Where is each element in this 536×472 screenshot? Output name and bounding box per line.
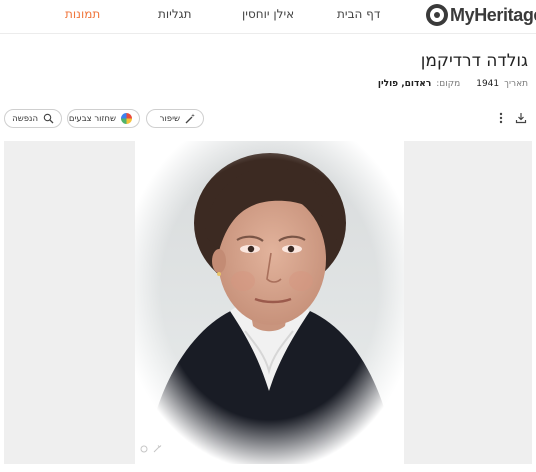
brand-name: MyHeritage xyxy=(450,4,536,25)
magic-wand-icon xyxy=(185,113,196,124)
place-value: ראדום, פולין xyxy=(377,79,432,89)
date-value: 1941 xyxy=(476,79,500,89)
download-icon xyxy=(515,113,527,124)
colorize-button[interactable]: שחזור צבעים xyxy=(67,109,140,128)
colorize-label: שחזור צבעים xyxy=(68,113,116,124)
animate-label: הנפשה xyxy=(12,113,38,124)
top-navigation-bar: MyHeritage דף הבית אילן יוחסין תגליות תמ… xyxy=(0,0,536,34)
enhance-label: שיפור xyxy=(159,113,180,124)
portrait-image xyxy=(135,141,404,464)
place-label: מקום: xyxy=(436,79,461,89)
animate-button[interactable]: הנפשה xyxy=(4,109,62,128)
photo-tools-icon xyxy=(140,445,162,453)
myheritage-logo-icon xyxy=(426,4,448,26)
download-button[interactable] xyxy=(513,110,529,126)
color-wheel-icon xyxy=(121,113,132,124)
date-label: תאריך xyxy=(504,79,528,89)
myheritage-logo[interactable]: MyHeritage xyxy=(426,4,536,26)
nav-item-discoveries[interactable]: תגליות xyxy=(158,7,192,21)
nav-item-photos[interactable]: תמונות xyxy=(65,7,100,21)
nav-item-family-tree[interactable]: אילן יוחסין xyxy=(242,7,294,21)
enhance-button[interactable]: שיפור xyxy=(146,109,204,128)
nav-item-home[interactable]: דף הבית xyxy=(337,7,380,21)
more-vertical-icon xyxy=(499,112,503,124)
photo-action-hint-icons[interactable] xyxy=(140,444,170,457)
photo-metadata: תאריך 1941 מקום: ראדום, פולין xyxy=(362,77,528,91)
photo-title: גולדה דרדיקמן xyxy=(420,51,528,71)
portrait-photo[interactable] xyxy=(135,141,404,464)
more-options-button[interactable] xyxy=(493,110,509,126)
animate-face-icon xyxy=(43,113,54,124)
